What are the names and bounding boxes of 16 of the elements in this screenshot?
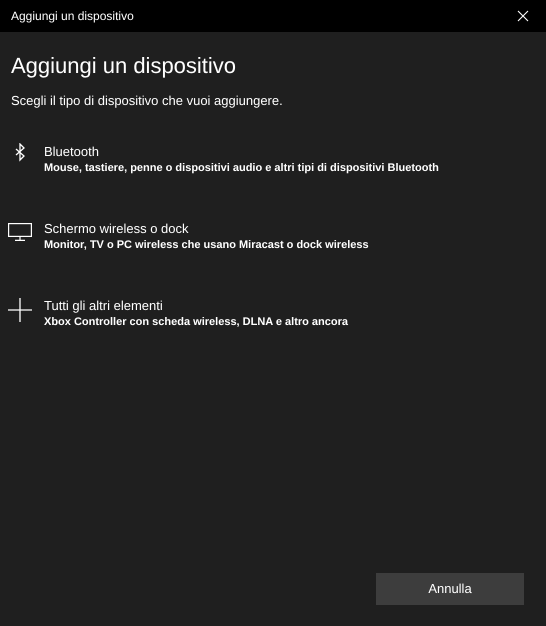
- plus-icon: [8, 296, 32, 322]
- option-description: Monitor, TV o PC wireless che usano Miracast o dock wireless: [44, 238, 369, 252]
- option-title: Tutti gli altri elementi: [44, 296, 164, 314]
- close-icon: [517, 10, 529, 22]
- cancel-button[interactable]: Annulla: [376, 573, 524, 605]
- option-title: Schermo wireless o dock: [44, 220, 190, 236]
- option-title: Bluetooth: [44, 142, 100, 160]
- device-type-option[interactable]: Tutti gli altri elementi Xbox Controller con scheda wireless, DLNA e altro ancora: [0, 296, 546, 332]
- device-type-option[interactable]: Bluetooth Mouse, tastiere, penne o dispositivi audio e altri tipi di dispositivi Bluetooth: [0, 142, 546, 178]
- option-description: Xbox Controller con scheda wireless, DLNA e altro ancora: [44, 314, 348, 330]
- monitor-icon: [8, 220, 32, 242]
- device-type-option[interactable]: Schermo wireless o dock Monitor, TV o PC wireless che usano Miracast o dock wireless: [0, 218, 546, 254]
- option-description: Mouse, tastiere, penne o dispositivi audio e altri tipi di dispositivi Bluetooth: [44, 160, 439, 176]
- window-title: Aggiungi un dispositivo: [10, 8, 134, 25]
- instruction-text: Scegli il tipo di dispositivo che vuoi aggiungere.: [11, 92, 284, 110]
- dialog-heading: Aggiungi un dispositivo: [11, 52, 238, 80]
